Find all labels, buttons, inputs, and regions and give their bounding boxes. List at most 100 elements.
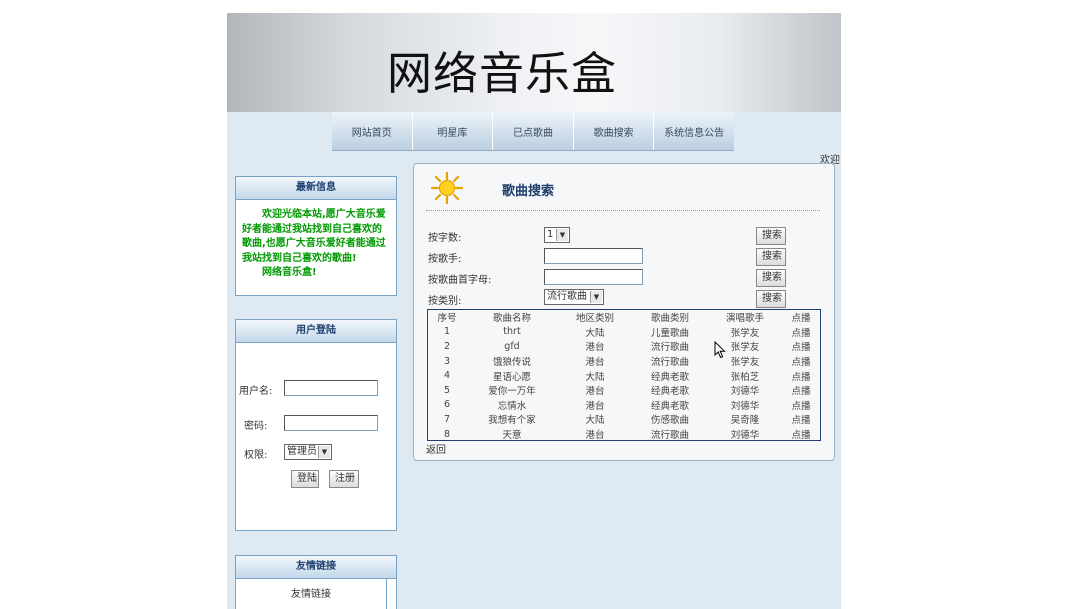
col-header-genre: 歌曲类别 (650, 313, 689, 325)
cell-song-name: 爱你一万年 (488, 386, 536, 398)
search-by-singer-label: 按歌手: (428, 254, 462, 265)
search-by-singer-button[interactable]: 搜索 (756, 248, 786, 266)
song-table: 序号 歌曲名称 地区类别 歌曲类别 演唱歌手 点播 1 thrt 大陆 儿童歌曲 (428, 310, 820, 441)
back-link[interactable]: 返回 (426, 441, 446, 456)
role-select-value: 管理员 (287, 446, 317, 457)
cell-region: 大陆 (585, 327, 605, 339)
play-link[interactable]: 点播 (782, 339, 820, 354)
news-paragraph: 网络音乐盒! (262, 267, 317, 278)
news-panel-title: 最新信息 (236, 177, 396, 200)
main-nav: 网站首页 明星库 已点歌曲 歌曲搜索 系统信息公告 (332, 112, 734, 150)
play-link[interactable]: 点播 (782, 427, 820, 442)
cell-region: 港台 (585, 386, 605, 398)
header-banner: 网络音乐盒 (227, 13, 841, 112)
cell-song-name: 饿狼传说 (492, 357, 531, 369)
nav-item-song-search[interactable]: 歌曲搜索 (574, 112, 655, 150)
cell-region: 大陆 (585, 371, 605, 383)
sun-icon (430, 171, 464, 205)
play-link[interactable]: 点播 (782, 412, 820, 427)
nav-item-announcements[interactable]: 系统信息公告 (654, 112, 734, 150)
cell-index: 3 (443, 355, 451, 367)
play-link[interactable]: 点播 (782, 398, 820, 413)
cell-singer: 刘德华 (730, 400, 760, 412)
cell-index: 8 (443, 428, 451, 440)
cell-singer: 吴奇隆 (730, 415, 760, 427)
login-panel-title: 用户登陆 (236, 320, 396, 343)
table-row: 7 我想有个家 大陆 伤感歌曲 吴奇隆 点播 (428, 412, 820, 427)
table-row: 1 thrt 大陆 儿童歌曲 张学友 点播 (428, 325, 820, 340)
table-row: 6 忘情水 港台 经典老歌 刘德华 点播 (428, 398, 820, 413)
cell-genre: 经典老歌 (650, 371, 689, 383)
category-select[interactable]: 流行歌曲 ▼ (544, 289, 604, 305)
register-button[interactable]: 注册 (329, 470, 359, 488)
cell-genre: 流行歌曲 (650, 430, 689, 442)
table-header-row: 序号 歌曲名称 地区类别 歌曲类别 演唱歌手 点播 (428, 310, 820, 325)
col-header-song-name: 歌曲名称 (492, 313, 531, 325)
username-input[interactable] (284, 380, 378, 396)
table-row: 5 爱你一万年 港台 经典老歌 刘德华 点播 (428, 383, 820, 398)
login-panel: 用户登陆 用户名: 密码: 权限: 管理员 ▼ 登陆 注册 (235, 319, 397, 531)
cell-index: 7 (443, 413, 451, 425)
nav-item-star-library[interactable]: 明星库 (413, 112, 494, 150)
news-content: 欢迎光临本站,愿广大音乐爱好者能通过我站找到自己喜欢的歌曲,也愿广大音乐爱好者能… (236, 200, 396, 287)
login-form: 用户名: 密码: 权限: 管理员 ▼ 登陆 注册 (236, 343, 396, 529)
nav-item-ordered-songs[interactable]: 已点歌曲 (493, 112, 574, 150)
category-select-value: 流行歌曲 (547, 291, 587, 302)
divider (426, 210, 820, 211)
cell-singer: 张柏芝 (730, 371, 760, 383)
table-row: 2 gfd 港台 流行歌曲 张学友 点播 (428, 339, 820, 354)
table-row: 4 星语心愿 大陆 经典老歌 张柏芝 点播 (428, 368, 820, 383)
cell-region: 港台 (585, 342, 605, 354)
cell-genre: 流行歌曲 (650, 357, 689, 369)
cell-index: 5 (443, 384, 451, 396)
cell-index: 2 (443, 340, 451, 352)
length-select[interactable]: 1 ▼ (544, 227, 570, 243)
play-link[interactable]: 点播 (782, 325, 820, 340)
table-row: 3 饿狼传说 港台 流行歌曲 张学友 点播 (428, 354, 820, 369)
news-panel: 最新信息 欢迎光临本站,愿广大音乐爱好者能通过我站找到自己喜欢的歌曲,也愿广大音… (235, 176, 397, 296)
play-link[interactable]: 点播 (782, 354, 820, 369)
password-input[interactable] (284, 415, 378, 431)
site-title: 网络音乐盒 (387, 47, 618, 100)
search-by-category-button[interactable]: 搜索 (756, 290, 786, 308)
search-by-length-button[interactable]: 搜索 (756, 227, 786, 245)
cell-song-name: thrt (503, 326, 521, 338)
col-header-play: 点播 (791, 313, 811, 325)
search-by-initial-button[interactable]: 搜索 (756, 269, 786, 287)
cell-song-name: 忘情水 (497, 400, 527, 412)
cell-genre: 流行歌曲 (650, 342, 689, 354)
singer-input[interactable] (544, 248, 643, 264)
chevron-down-icon: ▼ (590, 291, 602, 303)
page-title: 歌曲搜索 (502, 184, 555, 199)
initial-input[interactable] (544, 269, 643, 285)
role-select[interactable]: 管理员 ▼ (284, 444, 332, 460)
mouse-cursor-icon (714, 341, 726, 359)
nav-item-home[interactable]: 网站首页 (332, 112, 413, 150)
login-button[interactable]: 登陆 (291, 470, 319, 488)
cell-singer: 张学友 (730, 327, 760, 339)
play-link[interactable]: 点播 (782, 383, 820, 398)
cell-song-name: 我想有个家 (488, 415, 536, 427)
table-row: 8 天意 港台 流行歌曲 刘德华 点播 (428, 427, 820, 442)
cell-index: 6 (443, 399, 451, 411)
col-header-index: 序号 (437, 313, 457, 325)
cell-genre: 经典老歌 (650, 400, 689, 412)
page: 网络音乐盒 网站首页 明星库 已点歌曲 歌曲搜索 系统信息公告 欢迎: 最新信息… (227, 13, 841, 609)
cell-song-name: 星语心愿 (492, 371, 531, 383)
length-select-value: 1 (547, 229, 554, 240)
cell-region: 大陆 (585, 415, 605, 427)
friend-link[interactable]: 友情链接 (236, 579, 387, 609)
chevron-down-icon: ▼ (556, 229, 568, 241)
song-search-panel: 歌曲搜索 按字数: 1 ▼ 搜索 按歌手: 搜索 按歌曲首字母: 搜索 按类别:… (413, 163, 835, 461)
cell-singer: 刘德华 (730, 386, 760, 398)
cell-genre: 经典老歌 (650, 386, 689, 398)
col-header-singer: 演唱歌手 (725, 313, 764, 325)
chevron-down-icon: ▼ (318, 446, 330, 458)
col-header-region: 地区类别 (575, 313, 614, 325)
cell-genre: 伤感歌曲 (650, 415, 689, 427)
play-link[interactable]: 点播 (782, 368, 820, 383)
cell-region: 港台 (585, 357, 605, 369)
search-by-category-label: 按类别: (428, 296, 462, 307)
cell-song-name: 天意 (502, 430, 522, 442)
cell-index: 1 (443, 326, 451, 338)
